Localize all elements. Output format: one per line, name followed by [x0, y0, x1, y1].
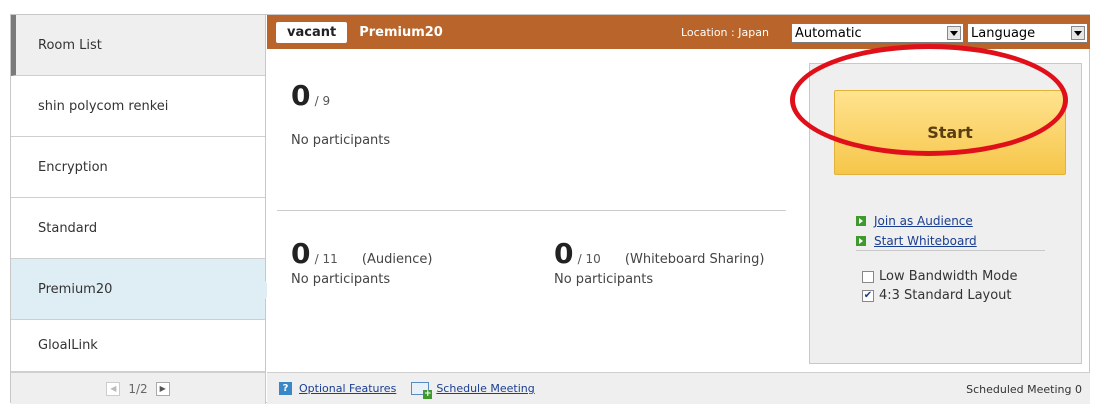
language-select[interactable]: Language: [967, 23, 1088, 43]
room-item[interactable]: Encryption: [11, 137, 265, 198]
location-label: Location : Japan: [681, 26, 769, 39]
room-item-label: Premium20: [38, 281, 113, 297]
participants-max: / 9: [314, 94, 331, 108]
join-audience-link[interactable]: Join as Audience: [856, 214, 973, 228]
whiteboard-count-value: 0: [554, 237, 574, 270]
start-whiteboard-label[interactable]: Start Whiteboard: [874, 234, 977, 248]
chevron-down-icon: [1071, 26, 1085, 40]
room-item-active[interactable]: Premium20: [11, 259, 274, 320]
room-title: Premium20: [359, 24, 443, 40]
start-whiteboard-link[interactable]: Start Whiteboard: [856, 234, 977, 248]
participants-count-value: 0: [291, 79, 311, 112]
scheduled-meeting-count: Scheduled Meeting 0: [966, 383, 1082, 396]
divider: [277, 210, 786, 211]
optional-features-link[interactable]: Optional Features: [299, 382, 396, 395]
page-indicator: 1/2: [128, 381, 148, 396]
timezone-select-value: Automatic: [795, 25, 862, 41]
layout-43-checkbox[interactable]: ✔: [862, 289, 874, 302]
help-icon: ?: [279, 382, 292, 395]
chevron-down-icon: [947, 26, 961, 40]
low-bandwidth-option[interactable]: Low Bandwidth Mode: [862, 269, 1018, 284]
chevron-right-icon[interactable]: ▶: [155, 381, 170, 396]
play-icon: [856, 216, 866, 226]
footer-bar: ? Optional Features Schedule Meeting Sch…: [267, 372, 1090, 404]
participants-text: No participants: [291, 133, 391, 148]
play-icon: [856, 236, 866, 246]
calendar-add-icon: [411, 382, 433, 399]
chevron-left-icon[interactable]: ◀: [106, 381, 121, 396]
low-bandwidth-checkbox[interactable]: [862, 270, 874, 283]
whiteboard-text: No participants: [554, 272, 654, 287]
status-badge: vacant: [276, 21, 348, 43]
location-value: : Japan: [731, 26, 769, 39]
language-select-value: Language: [971, 25, 1036, 41]
room-header-bar: vacant Premium20 Location : Japan Automa…: [267, 15, 1090, 49]
room-sidebar: Room List shin polycom renkei Encryption…: [11, 15, 274, 404]
audience-label: (Audience): [361, 252, 433, 267]
app-frame: Room List shin polycom renkei Encryption…: [10, 14, 1090, 404]
room-item[interactable]: Standard: [11, 198, 265, 259]
whiteboard-max: / 10: [577, 252, 601, 266]
timezone-select[interactable]: Automatic: [791, 23, 964, 43]
room-item[interactable]: shin polycom renkei: [11, 76, 265, 137]
join-audience-label[interactable]: Join as Audience: [874, 214, 973, 228]
start-button[interactable]: Start: [834, 90, 1066, 175]
layout-43-option[interactable]: ✔ 4:3 Standard Layout: [862, 288, 1012, 303]
audience-count-value: 0: [291, 237, 311, 270]
layout-43-label: 4:3 Standard Layout: [879, 288, 1012, 303]
location-label-text: Location: [681, 26, 728, 39]
whiteboard-label: (Whiteboard Sharing): [624, 252, 765, 267]
panel-divider: [856, 250, 1045, 251]
schedule-meeting-link[interactable]: Schedule Meeting: [436, 382, 534, 395]
action-panel: Start Join as Audience Start Whiteboard …: [790, 44, 1082, 364]
audience-text: No participants: [291, 272, 391, 287]
low-bandwidth-label: Low Bandwidth Mode: [879, 269, 1018, 284]
room-item[interactable]: GloalLink: [11, 320, 265, 372]
room-status-area: 0 / 9 No participants 0 / 11 (Audience) …: [267, 49, 797, 372]
whiteboard-count: 0 / 10 (Whiteboard Sharing): [554, 237, 764, 270]
room-list-header: Room List: [11, 15, 265, 76]
room-pager: ◀ 1/2 ▶: [11, 372, 265, 404]
audience-max: / 11: [314, 252, 338, 266]
audience-count: 0 / 11 (Audience): [291, 237, 432, 270]
participants-count: 0 / 9: [291, 79, 330, 112]
